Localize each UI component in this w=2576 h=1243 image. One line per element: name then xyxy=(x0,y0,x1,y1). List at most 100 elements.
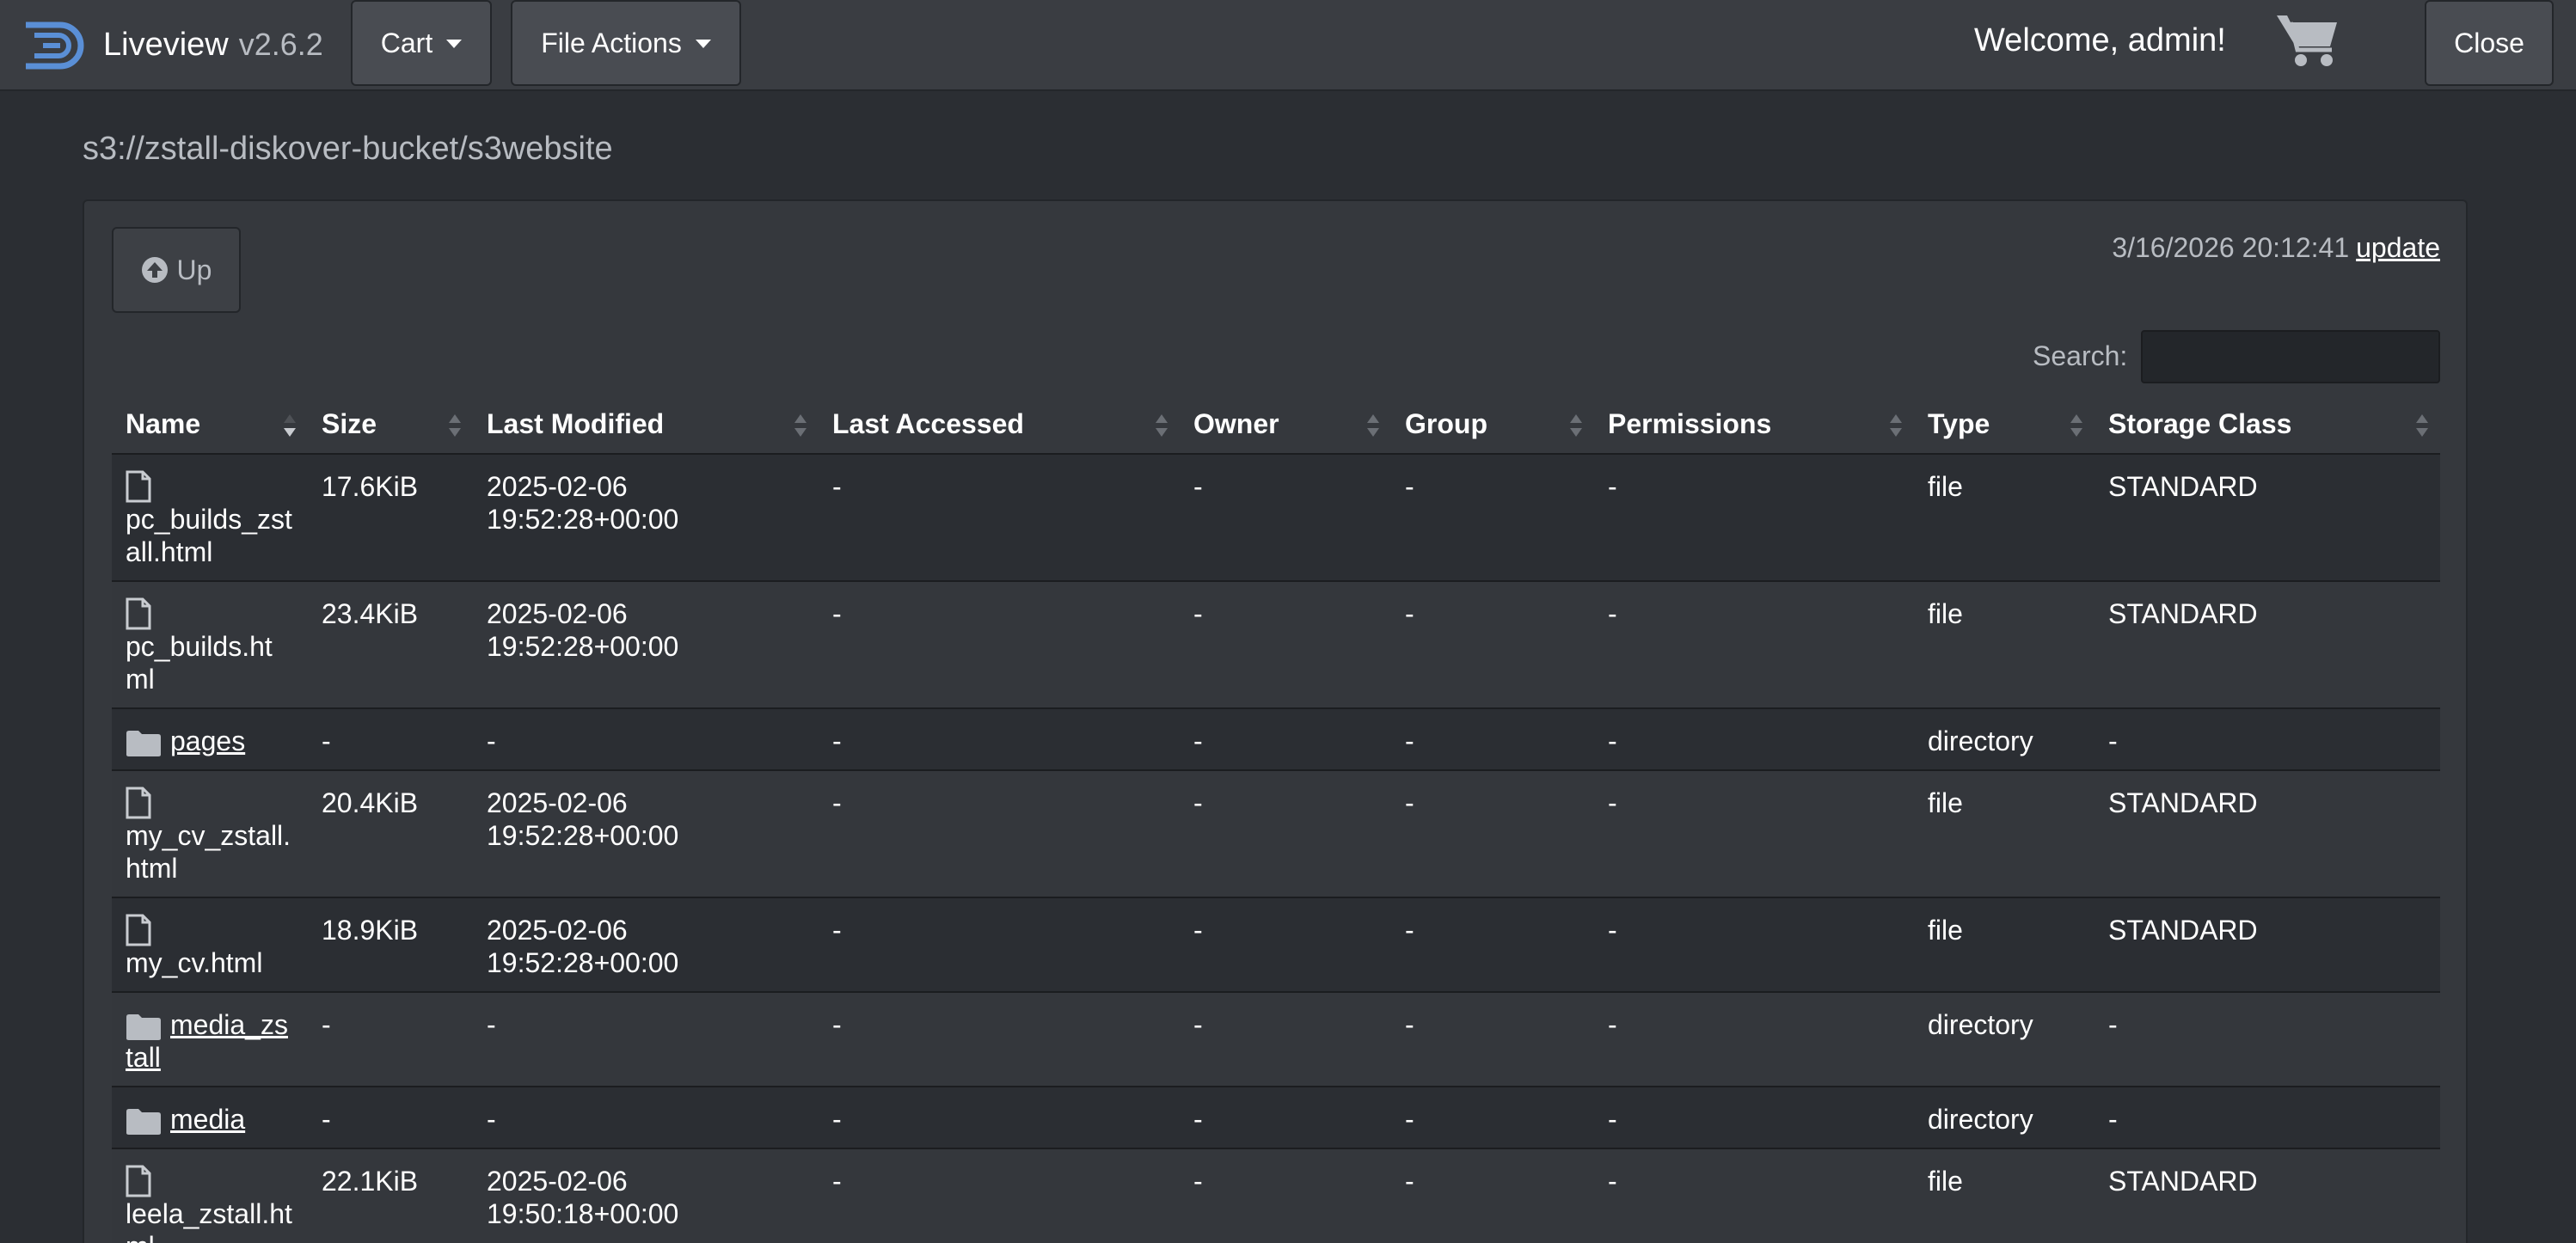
storage-class-cell: - xyxy=(2095,1087,2440,1149)
app-name: Liveview xyxy=(103,26,229,63)
group-cell: - xyxy=(1391,992,1594,1087)
cart-dropdown-label: Cart xyxy=(380,27,433,58)
directory-link[interactable]: media xyxy=(170,1104,245,1135)
last-accessed-cell: - xyxy=(819,1148,1180,1243)
size-cell: 22.1KiB xyxy=(308,1148,473,1243)
modified-date: - xyxy=(487,1104,496,1135)
column-header-label: Type xyxy=(1928,408,1990,439)
table-row[interactable]: pc_builds.html 23.4KiB 2025-02-06 19:52:28+… xyxy=(112,581,2440,709)
column-header-label: Permissions xyxy=(1608,408,1772,439)
group-cell: - xyxy=(1391,1087,1594,1149)
file-actions-dropdown-button[interactable]: File Actions xyxy=(511,0,741,86)
table-row[interactable]: pages - - - - - - directory - xyxy=(112,708,2440,771)
type-cell: file xyxy=(1914,897,2095,993)
modified-date: 2025-02-06 xyxy=(487,787,628,818)
last-modified-cell: - xyxy=(473,992,819,1087)
last-accessed-cell: - xyxy=(819,454,1180,582)
sort-icon xyxy=(449,414,461,437)
sort-icon xyxy=(2416,414,2428,437)
directory-link[interactable]: pages xyxy=(170,726,245,756)
permissions-cell: - xyxy=(1594,1148,1914,1243)
table-row[interactable]: media_zstall - - - - - - directory - xyxy=(112,992,2440,1087)
column-header-size[interactable]: Size xyxy=(308,395,473,455)
size-cell: - xyxy=(308,992,473,1087)
sort-icon xyxy=(1156,414,1168,437)
name-cell: pc_builds.html xyxy=(112,581,308,709)
last-modified-cell: 2025-02-06 19:52:28+00:00 xyxy=(473,897,819,993)
modified-date: 2025-02-06 xyxy=(487,915,628,946)
sort-icon xyxy=(2070,414,2082,437)
storage-class-cell: - xyxy=(2095,992,2440,1087)
column-header-label: Group xyxy=(1405,408,1487,439)
last-modified-cell: 2025-02-06 19:50:18+00:00 xyxy=(473,1148,819,1243)
owner-cell: - xyxy=(1180,1087,1391,1149)
name-cell: my_cv.html xyxy=(112,897,308,993)
group-cell: - xyxy=(1391,454,1594,582)
close-label: Close xyxy=(2454,27,2524,58)
shopping-cart-icon[interactable] xyxy=(2275,10,2340,70)
table-row[interactable]: my_cv_zstall.html 20.4KiB 2025-02-06 19:52:… xyxy=(112,770,2440,898)
table-header-row: Name Size Last Modified Last Accessed Ow… xyxy=(112,395,2440,455)
close-button[interactable]: Close xyxy=(2425,0,2554,86)
table-row[interactable]: pc_builds_zstall.html 17.6KiB 2025-02-06 19… xyxy=(112,454,2440,582)
up-label: Up xyxy=(176,254,212,285)
column-header-storage-class[interactable]: Storage Class xyxy=(2095,395,2440,455)
file-name[interactable]: pc_builds_zstall.html xyxy=(126,503,294,568)
file-table: Name Size Last Modified Last Accessed Ow… xyxy=(112,395,2440,1243)
name-cell: pages xyxy=(112,708,308,771)
file-table-body: pc_builds_zstall.html 17.6KiB 2025-02-06 19… xyxy=(112,454,2440,1243)
storage-class-cell: STANDARD xyxy=(2095,454,2440,582)
file-name[interactable]: leela_zstall.html xyxy=(126,1197,294,1243)
type-cell: file xyxy=(1914,1148,2095,1243)
modified-time: 19:52:28+00:00 xyxy=(487,820,679,851)
up-button[interactable]: Up xyxy=(112,227,241,313)
owner-cell: - xyxy=(1180,708,1391,771)
last-accessed-cell: - xyxy=(819,992,1180,1087)
app-version: v2.6.2 xyxy=(238,27,323,62)
type-cell: file xyxy=(1914,770,2095,898)
column-header-label: Name xyxy=(126,408,201,439)
modified-date: 2025-02-06 xyxy=(487,598,628,629)
last-modified-cell: 2025-02-06 19:52:28+00:00 xyxy=(473,581,819,709)
column-header-owner[interactable]: Owner xyxy=(1180,395,1391,455)
column-header-type[interactable]: Type xyxy=(1914,395,2095,455)
column-header-last-accessed[interactable]: Last Accessed xyxy=(819,395,1180,455)
table-row[interactable]: leela_zstall.html 22.1KiB2025-02-0619:50:… xyxy=(112,1148,2440,1243)
file-name[interactable]: my_cv_zstall.html xyxy=(126,819,294,885)
size-cell: - xyxy=(308,1087,473,1149)
column-header-name[interactable]: Name xyxy=(112,395,308,455)
type-cell: directory xyxy=(1914,1087,2095,1149)
chevron-down-icon xyxy=(695,40,711,48)
name-cell: pc_builds_zstall.html xyxy=(112,454,308,582)
permissions-cell: - xyxy=(1594,897,1914,993)
permissions-cell: - xyxy=(1594,1087,1914,1149)
brand[interactable]: Liveview v2.6.2 xyxy=(22,10,323,79)
group-cell: - xyxy=(1391,708,1594,771)
last-updated: 3/16/2026 20:12:41 update xyxy=(2112,232,2440,264)
size-cell: 20.4KiB xyxy=(308,770,473,898)
update-link[interactable]: update xyxy=(2356,232,2440,263)
file-name[interactable]: pc_builds.html xyxy=(126,630,294,695)
last-accessed-cell: - xyxy=(819,708,1180,771)
name-cell: my_cv_zstall.html xyxy=(112,770,308,898)
column-header-label: Storage Class xyxy=(2108,408,2292,439)
file-name[interactable]: my_cv.html xyxy=(126,946,294,979)
group-cell: - xyxy=(1391,1148,1594,1243)
last-accessed-cell: - xyxy=(819,770,1180,898)
file-icon xyxy=(126,597,151,630)
table-row[interactable]: media - - - - - - directory - xyxy=(112,1087,2440,1149)
column-header-permissions[interactable]: Permissions xyxy=(1594,395,1914,455)
column-header-last-modified[interactable]: Last Modified xyxy=(473,395,819,455)
last-modified-cell: 2025-02-06 19:52:28+00:00 xyxy=(473,454,819,582)
search-input[interactable] xyxy=(2141,330,2440,383)
name-cell: leela_zstall.html xyxy=(112,1148,308,1243)
storage-class-cell: - xyxy=(2095,708,2440,771)
folder-icon xyxy=(126,1108,161,1135)
permissions-cell: - xyxy=(1594,581,1914,709)
cart-dropdown-button[interactable]: Cart xyxy=(351,0,492,86)
size-cell: 23.4KiB xyxy=(308,581,473,709)
size-cell: 18.9KiB xyxy=(308,897,473,993)
table-row[interactable]: my_cv.html 18.9KiB 2025-02-06 19:52:28+00:0… xyxy=(112,897,2440,993)
column-header-group[interactable]: Group xyxy=(1391,395,1594,455)
type-cell: file xyxy=(1914,454,2095,582)
